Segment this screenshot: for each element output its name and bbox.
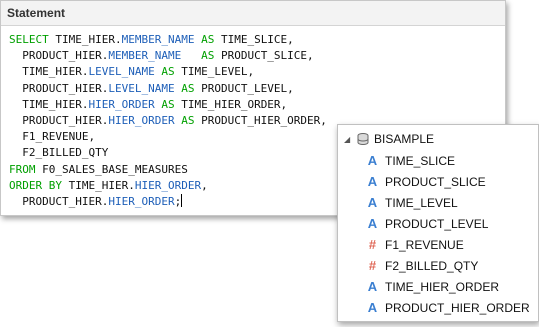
sql-text: PRODUCT_HIER. [9,81,109,95]
sql-identifier: LEVEL_NAME [108,81,175,95]
sql-text: TIME_LEVEL, [181,65,255,79]
text-cursor [181,194,183,208]
attribute-icon: A [367,153,378,168]
code-line: TIME_HIER.LEVEL_NAME AS TIME_LEVEL, [9,65,254,78]
sql-text: TIME_HIER_ORDER, [181,97,288,111]
sql-text: PRODUCT_HIER. [9,114,109,128]
sql-text: PRODUCT_HIER. [9,49,109,63]
tree-root-label: BISAMPLE [374,132,435,146]
code-line: PRODUCT_HIER.HIER_ORDER; [9,194,183,209]
code-line: ORDER BY TIME_HIER.HIER_ORDER, [9,179,208,192]
sql-identifier: HIER_ORDER [108,114,175,128]
sql-keyword: ORDER BY [9,178,69,192]
sql-keyword: FROM [9,162,43,176]
sql-keyword: SELECT [9,33,56,46]
sql-text: PRODUCT_HIER_ORDER, [201,114,327,128]
suggestion-item[interactable]: A TIME_LEVEL [366,192,530,213]
attribute-icon: A [367,279,378,294]
code-line: F1_REVENUE, [9,130,95,143]
attribute-icon: A [367,300,378,315]
autocomplete-popup: ◢ BISAMPLE A TIME_SLICE A PRODUCT_SLICE A TIM… [337,124,539,322]
sql-keyword: AS [154,97,182,111]
sql-text: F0_SALES_BASE_MEASURES [42,162,188,176]
collapse-triangle-icon[interactable]: ◢ [344,135,354,144]
suggestion-item[interactable]: A PRODUCT_LEVEL [366,213,530,234]
suggestion-label: TIME_HIER_ORDER [385,279,500,294]
sql-identifier: LEVEL_NAME [88,65,155,79]
sql-text: PRODUCT_LEVEL, [201,81,294,95]
sql-identifier: MEMBER_NAME [108,49,182,63]
sql-keyword: AS [194,33,221,46]
sql-identifier: HIER_ORDER [88,97,155,111]
sql-text: TIME_SLICE, [220,33,294,46]
suggestion-item[interactable]: A TIME_SLICE [366,150,530,171]
suggestion-label: TIME_LEVEL [385,195,458,210]
code-line: PRODUCT_HIER.HIER_ORDER AS PRODUCT_HIER_… [9,114,327,127]
sql-identifier: MEMBER_NAME [121,33,195,46]
attribute-icon: A [367,195,378,210]
sql-text: , [201,178,208,192]
sql-text: TIME_HIER. [9,65,89,79]
sql-keyword: AS [154,65,182,79]
sql-text: F2_BILLED_QTY [9,146,109,160]
code-line: TIME_HIER.HIER_ORDER AS TIME_HIER_ORDER, [9,98,287,111]
attribute-icon: A [367,174,378,189]
sql-identifier: HIER_ORDER [108,195,175,209]
sql-keyword: AS [181,49,221,63]
suggestion-item[interactable]: # F1_REVENUE [366,234,530,255]
suggestion-list: A TIME_SLICE A PRODUCT_SLICE A TIME_LEVEL A PRO… [366,150,530,318]
measure-icon: # [368,237,377,252]
sql-text: PRODUCT_HIER. [9,195,109,209]
code-line: PRODUCT_HIER.MEMBER_NAME AS PRODUCT_SLIC… [9,49,314,63]
sql-keyword: AS [174,81,202,95]
suggestion-label: PRODUCT_LEVEL [385,216,489,231]
database-icon [357,133,369,145]
suggestion-label: PRODUCT_HIER_ORDER [385,300,530,315]
code-line: PRODUCT_HIER.LEVEL_NAME AS PRODUCT_LEVEL… [9,82,294,95]
suggestion-item[interactable]: A TIME_HIER_ORDER [366,276,530,297]
measure-icon: # [368,258,377,273]
suggestion-item[interactable]: A PRODUCT_HIER_ORDER [366,297,530,318]
sql-text: TIME_HIER. [9,97,89,111]
suggestion-item[interactable]: # F2_BILLED_QTY [366,255,530,276]
code-line: FROM F0_SALES_BASE_MEASURES [9,163,188,176]
sql-text: TIME_HIER. [55,33,122,46]
suggestion-label: PRODUCT_SLICE [385,174,486,189]
suggestion-item[interactable]: A PRODUCT_SLICE [366,171,530,192]
code-line: SELECT TIME_HIER.MEMBER_NAME AS TIME_SLI… [9,33,294,46]
suggestion-label: F2_BILLED_QTY [385,258,479,273]
sql-identifier: HIER_ORDER [134,178,202,192]
sql-text: ; [174,195,182,209]
attribute-icon: A [367,216,378,231]
sql-text: F1_REVENUE, [9,130,96,144]
sql-text: PRODUCT_SLICE, [220,49,314,63]
suggestion-label: F1_REVENUE [385,237,464,252]
sql-text: TIME_HIER. [68,178,135,192]
sql-keyword: AS [174,114,202,128]
suggestion-label: TIME_SLICE [385,153,456,168]
tree-root-bisample[interactable]: ◢ BISAMPLE [344,130,434,148]
code-line: F2_BILLED_QTY [9,146,108,159]
panel-title: Statement [1,1,505,26]
